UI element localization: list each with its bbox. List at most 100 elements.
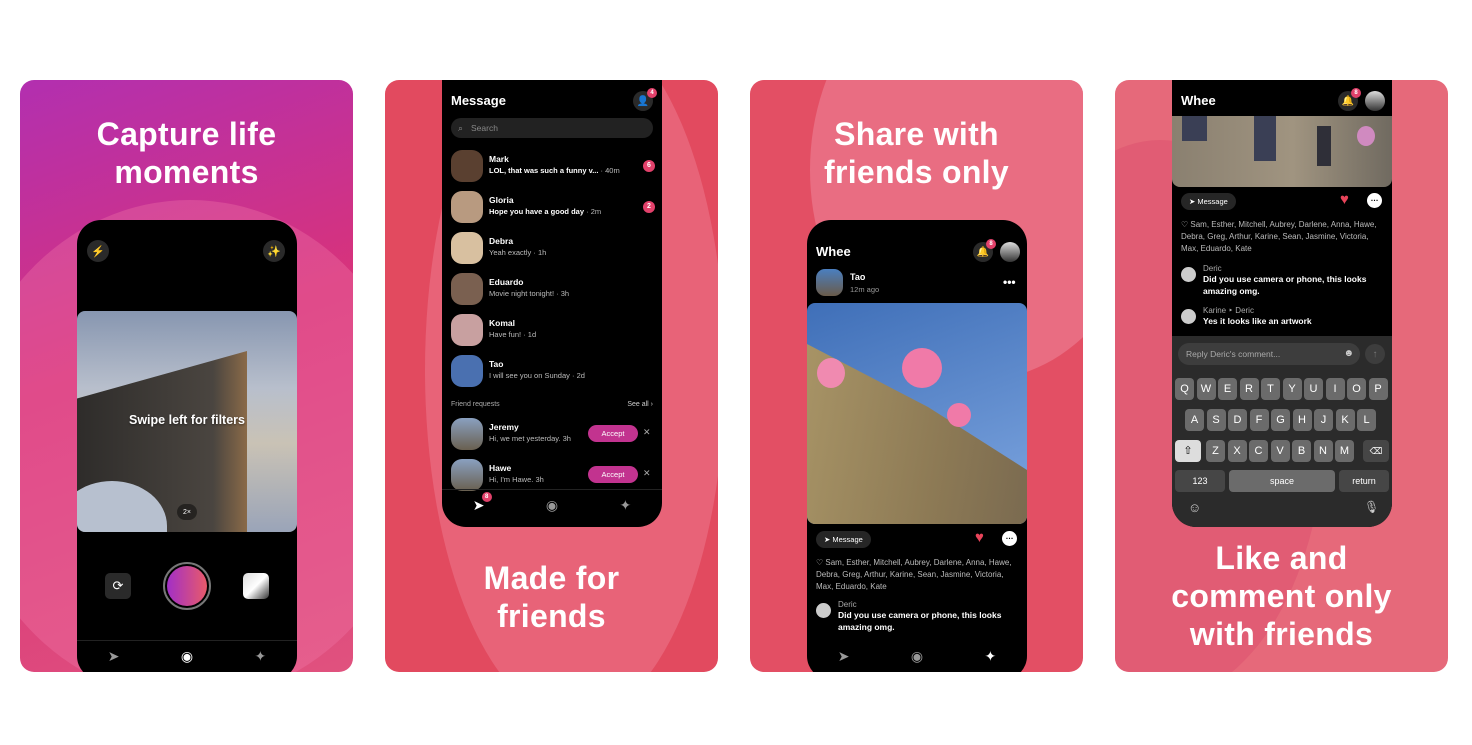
key[interactable]: O (1347, 378, 1366, 400)
tab-bar: ➤ 8 ◉ ✦ (442, 489, 662, 521)
key[interactable]: G (1271, 409, 1290, 431)
avatar (451, 150, 483, 182)
conversation-item[interactable]: Gloria Hope you have a good day · 2m 2 (442, 187, 662, 228)
more-options-icon[interactable]: ••• (1003, 275, 1016, 289)
key[interactable]: N (1313, 440, 1333, 462)
reply-input[interactable]: Reply Deric's comment... ☻ (1178, 343, 1360, 365)
comment-icon[interactable]: … (1002, 531, 1017, 546)
sparkle-icon[interactable]: ✦ (985, 648, 997, 665)
send-icon[interactable]: ➤ (838, 648, 850, 665)
return-key[interactable]: return (1339, 470, 1389, 492)
profile-avatar[interactable] (1365, 91, 1385, 111)
author-avatar[interactable] (816, 269, 843, 296)
magic-wand-icon[interactable]: ✨ (263, 240, 285, 262)
accept-button[interactable]: Accept (588, 425, 638, 442)
key[interactable]: J (1314, 409, 1333, 431)
post-photo[interactable] (807, 303, 1027, 524)
send-arrow-icon[interactable]: ↑ (1365, 344, 1385, 364)
contact-name: Tao (489, 359, 504, 369)
key[interactable]: B (1292, 440, 1311, 462)
key[interactable]: U (1304, 378, 1323, 400)
screenshot-panel-messages: Message 👤 4 ⌕ Search Mark LOL, that was … (385, 80, 718, 672)
shutter-button[interactable] (163, 562, 211, 610)
conversation-item[interactable]: Debra Yeah exactly · 1h (442, 228, 662, 269)
see-all-link[interactable]: See all › (627, 401, 653, 408)
search-icon: ⌕ (458, 123, 464, 133)
message-time: 2d (576, 371, 585, 380)
key[interactable]: H (1292, 409, 1312, 431)
contact-name: Mark (489, 154, 509, 164)
unread-badge: 2 (643, 201, 655, 213)
key[interactable]: X (1227, 440, 1247, 462)
key[interactable]: R (1239, 378, 1259, 400)
conversation-item[interactable]: Mark LOL, that was such a funny v... · 4… (442, 146, 662, 187)
dismiss-icon[interactable]: ✕ (643, 468, 651, 479)
headline-line: friends (497, 598, 606, 634)
camera-icon[interactable]: ◉ (911, 648, 923, 665)
key[interactable]: A (1185, 409, 1204, 431)
message-time: 1d (527, 330, 537, 339)
key[interactable]: S (1206, 409, 1226, 431)
emoji-keyboard-icon[interactable]: ☺ (1188, 500, 1201, 515)
key[interactable]: W (1196, 378, 1216, 400)
headline-line: Made for (483, 560, 620, 596)
key[interactable]: T (1261, 378, 1280, 400)
key[interactable]: L (1357, 409, 1376, 431)
sparkle-icon[interactable]: ✦ (620, 497, 632, 514)
post-photo[interactable] (1172, 116, 1392, 187)
flip-camera-icon[interactable]: ⟳ (105, 573, 131, 599)
key[interactable]: Q (1175, 378, 1194, 400)
key[interactable]: I (1325, 378, 1345, 400)
contact-name: Gloria (489, 195, 514, 205)
profile-avatar[interactable] (1000, 242, 1020, 262)
conversation-item[interactable]: Tao I will see you on Sunday · 2d (442, 351, 662, 392)
post-author[interactable]: Tao (850, 272, 865, 282)
shift-key[interactable]: ⇧ (1175, 440, 1201, 462)
headline-line: moments (114, 154, 259, 190)
message-time: 3h (560, 289, 570, 298)
screenshot-panel-capture: Capture life moments ⚡ ✨ Swipe left for … (20, 80, 353, 672)
key[interactable]: K (1335, 409, 1355, 431)
heart-icon[interactable]: ♥ (1340, 191, 1349, 208)
space-key[interactable]: space (1229, 470, 1335, 492)
key[interactable]: P (1368, 378, 1388, 400)
dismiss-icon[interactable]: ✕ (643, 427, 651, 438)
message-button[interactable]: ➤ Message (816, 531, 871, 548)
numbers-key[interactable]: 123 (1175, 470, 1225, 492)
request-message: Hi, we met yesterday. 3h (489, 434, 571, 443)
key[interactable]: Y (1282, 378, 1302, 400)
conversation-item[interactable]: Eduardo Movie night tonight! · 3h (442, 269, 662, 310)
key[interactable]: E (1218, 378, 1237, 400)
key[interactable]: F (1249, 409, 1269, 431)
send-icon[interactable]: ➤ (108, 648, 120, 665)
key[interactable]: V (1270, 440, 1290, 462)
send-icon[interactable]: ➤ 8 (473, 492, 492, 514)
screenshot-panel-feed: Share with friends only Whee 🔔 8 Tao 12m… (750, 80, 1083, 672)
key[interactable]: C (1249, 440, 1268, 462)
conversation-item[interactable]: Komal Have fun! · 1d (442, 310, 662, 351)
sparkle-icon[interactable]: ✦ (255, 648, 267, 665)
zoom-button[interactable]: 2× (177, 504, 197, 520)
emoji-icon[interactable]: ☻ (1343, 343, 1354, 365)
backspace-key[interactable]: ⌫ (1363, 440, 1389, 462)
flash-off-icon[interactable]: ⚡ (87, 240, 109, 262)
key[interactable]: M (1335, 440, 1354, 462)
filter-hint: Swipe left for filters (129, 413, 245, 427)
message-button[interactable]: ➤ Message (1181, 193, 1236, 210)
camera-icon[interactable]: ◉ (546, 497, 558, 514)
search-input[interactable]: ⌕ Search (451, 118, 653, 138)
comment-icon[interactable]: … (1367, 193, 1382, 208)
key[interactable]: Z (1206, 440, 1225, 462)
tab-bar: ➤ ◉ ✦ (77, 640, 297, 672)
accept-button[interactable]: Accept (588, 466, 638, 483)
commenter-avatar (1181, 309, 1196, 324)
camera-icon[interactable]: ◉ (181, 648, 193, 665)
message-text: Movie night tonight! (489, 289, 555, 298)
gallery-thumbnail[interactable] (243, 573, 269, 599)
microphone-icon[interactable]: 🎙 (1364, 500, 1379, 514)
key[interactable]: D (1228, 409, 1247, 431)
unread-badge: 6 (643, 160, 655, 172)
screen-title: Whee (1181, 93, 1216, 108)
heart-icon[interactable]: ♥ (975, 529, 984, 546)
camera-viewfinder[interactable]: Swipe left for filters 2× (77, 311, 297, 532)
